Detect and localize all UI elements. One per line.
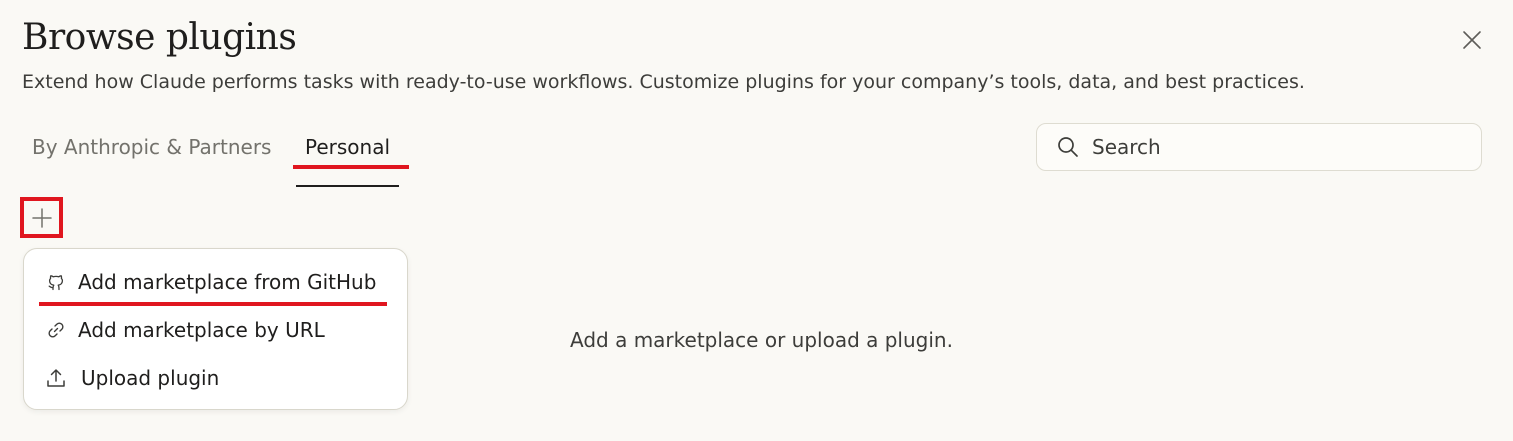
active-tab-indicator [296,185,399,187]
dialog-title: Browse plugins [22,17,297,58]
menu-item-label: Upload plugin [81,366,220,390]
annotation-underline-personal [293,165,409,169]
upload-icon [44,366,68,390]
dialog-subtitle: Extend how Claude performs tasks with re… [22,71,1305,93]
plus-icon [31,207,52,228]
tab-by-anthropic-partners[interactable]: By Anthropic & Partners [32,124,271,170]
github-icon [44,270,68,294]
search-icon [1056,135,1080,159]
menu-item-label: Add marketplace by URL [78,318,325,342]
menu-item-label: Add marketplace from GitHub [78,270,377,294]
annotation-underline-github [39,302,387,306]
tab-personal[interactable]: Personal [305,124,390,170]
menu-item-upload-plugin[interactable]: Upload plugin [24,355,407,401]
link-icon [44,318,68,342]
menu-item-add-by-url[interactable]: Add marketplace by URL [24,307,407,353]
close-icon [1463,31,1481,49]
search-box[interactable] [1036,123,1482,171]
add-menu: Add marketplace from GitHub Add marketpl… [23,248,408,410]
add-button[interactable] [20,197,63,238]
menu-item-add-from-github[interactable]: Add marketplace from GitHub [24,259,407,306]
empty-state-message: Add a marketplace or upload a plugin. [570,328,953,352]
search-input[interactable] [1092,135,1452,159]
close-button[interactable] [1456,24,1488,56]
